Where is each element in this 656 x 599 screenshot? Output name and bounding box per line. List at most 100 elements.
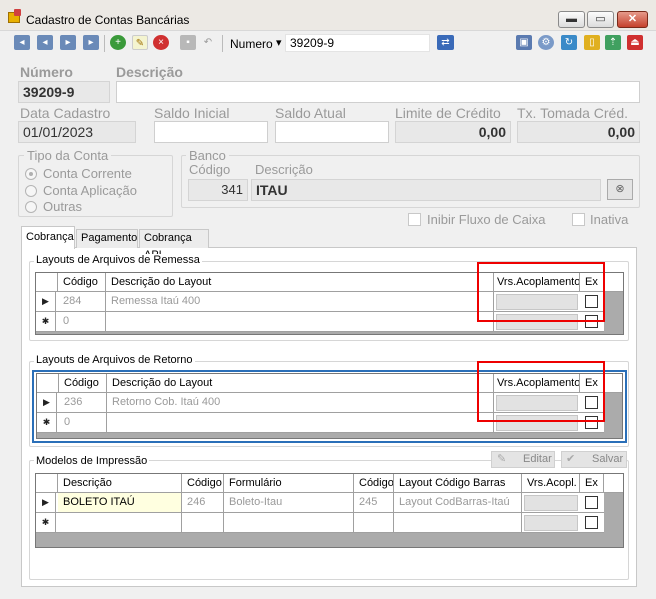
header-codigo[interactable]: Código (182, 474, 224, 492)
salvar-label: Salvar (592, 453, 624, 465)
current-row-marker: ▶ (36, 493, 56, 512)
inativa-label: Inativa (590, 212, 629, 227)
tab-cobranca[interactable]: Cobrança (21, 226, 75, 249)
header-descricao[interactable]: Descrição (58, 474, 182, 492)
search-field-label[interactable]: Numero (230, 37, 273, 51)
salvar-button[interactable]: ✔ Salvar (561, 451, 627, 468)
chevron-down-icon[interactable]: ▾ (276, 36, 282, 49)
new-row-marker: ✱ (37, 413, 57, 432)
option-conta-aplicacao: Conta Aplicação (43, 183, 137, 198)
cell-ex-checkbox[interactable] (585, 516, 598, 529)
cell-codigo[interactable]: 284 (58, 292, 106, 311)
edit-icon[interactable]: ✎ (132, 35, 148, 50)
header-descricao[interactable]: Descrição do Layout (106, 273, 494, 291)
banco-codigo-field[interactable]: 341 (188, 179, 248, 201)
limite-credito-field[interactable]: 0,00 (395, 121, 511, 143)
header-codigo[interactable]: Código (59, 374, 107, 392)
windows-icon[interactable]: ▣ (516, 35, 532, 50)
cell-descricao[interactable]: Remessa Itaú 400 (106, 292, 494, 311)
table-row-new[interactable]: ✱ (36, 513, 604, 533)
cell-codigo-2[interactable] (354, 513, 394, 532)
binoculars-icon[interactable]: ⊗ (607, 179, 633, 200)
cell-codigo[interactable]: 0 (58, 312, 106, 331)
cell-descricao[interactable] (107, 413, 494, 432)
grid-header: Descrição Código Formulário Código Layou… (36, 474, 623, 493)
header-layout-codigo-barras[interactable]: Layout Código Barras (394, 474, 522, 492)
data-cadastro-field[interactable]: 01/01/2023 (18, 121, 136, 143)
export-icon[interactable]: ⇡ (605, 35, 621, 50)
search-input[interactable]: 39209-9 (285, 34, 430, 52)
header-ex[interactable]: Ex (580, 474, 604, 492)
minimize-button[interactable]: ▬ (558, 11, 585, 28)
header-formulario[interactable]: Formulário (224, 474, 354, 492)
cell-layout-codigo-barras[interactable]: Layout CodBarras-Itaú (394, 493, 522, 512)
cell-codigo[interactable]: 0 (59, 413, 107, 432)
radio-conta-aplicacao[interactable] (25, 185, 37, 197)
exit-icon[interactable]: ⏏ (627, 35, 643, 50)
tab-cobranca-api[interactable]: Cobrança API (139, 229, 209, 261)
app-icon (8, 9, 21, 23)
inativa-checkbox[interactable] (572, 213, 585, 226)
cell-codigo-2[interactable]: 245 (354, 493, 394, 512)
descricao-label: Descrição (116, 64, 183, 80)
retorno-title: Layouts de Arquivos de Retorno (34, 354, 195, 366)
note-icon[interactable]: ▯ (584, 35, 600, 50)
last-record-icon[interactable]: ▸ (83, 35, 99, 50)
cell-formulario[interactable] (224, 513, 354, 532)
cell-ex-checkbox[interactable] (585, 496, 598, 509)
add-icon[interactable]: + (110, 35, 126, 50)
delete-icon[interactable]: × (153, 35, 169, 50)
cell-codigo[interactable]: 236 (59, 393, 107, 412)
option-outras: Outras (43, 199, 83, 214)
radio-conta-corrente[interactable] (25, 168, 37, 180)
cell-formulario[interactable]: Boleto-Itau (224, 493, 354, 512)
option-conta-corrente: Conta Corrente (43, 166, 132, 181)
refresh-icon[interactable]: ↻ (561, 35, 577, 50)
new-row-marker: ✱ (36, 312, 56, 331)
editar-label: Editar (523, 453, 552, 465)
header-codigo-2[interactable]: Código (354, 474, 394, 492)
save-icon[interactable]: ▪ (180, 35, 196, 50)
saldo-inicial-label: Saldo Inicial (154, 105, 230, 121)
cell-descricao[interactable]: BOLETO ITAÚ (58, 493, 182, 512)
table-row[interactable]: ▶ BOLETO ITAÚ 246 Boleto-Itau 245 Layout… (36, 493, 604, 513)
descricao-field[interactable] (116, 81, 640, 103)
cell-descricao[interactable] (106, 312, 494, 331)
settings-icon[interactable]: ⚙ (538, 35, 554, 50)
limite-credito-label: Limite de Crédito (395, 105, 501, 121)
close-button[interactable]: ✕ (617, 11, 648, 28)
saldo-inicial-field[interactable] (154, 121, 268, 143)
saldo-atual-label: Saldo Atual (275, 105, 346, 121)
cell-descricao[interactable] (58, 513, 182, 532)
window-title: Cadastro de Contas Bancárias (26, 13, 190, 27)
tipo-conta-label: Tipo da Conta (24, 148, 112, 163)
cell-codigo[interactable]: 246 (182, 493, 224, 512)
cell-vrs-acopl[interactable] (524, 515, 578, 531)
header-descricao[interactable]: Descrição do Layout (107, 374, 494, 392)
first-record-icon[interactable]: ◂ (14, 35, 30, 50)
go-icon[interactable]: ⇄ (437, 35, 454, 50)
cell-codigo[interactable] (182, 513, 224, 532)
header-codigo[interactable]: Código (58, 273, 106, 291)
toolbar-separator (104, 35, 105, 52)
numero-field[interactable]: 39209-9 (18, 81, 110, 103)
saldo-atual-field[interactable] (275, 121, 389, 143)
maximize-button[interactable]: ▭ (587, 11, 614, 28)
cell-vrs-acopl[interactable] (524, 495, 578, 511)
undo-icon[interactable]: ↶ (200, 35, 216, 50)
inibir-fluxo-checkbox[interactable] (408, 213, 421, 226)
cell-descricao[interactable]: Retorno Cob. Itaú 400 (107, 393, 494, 412)
cell-layout-codigo-barras[interactable] (394, 513, 522, 532)
toolbar-separator (222, 35, 223, 52)
tx-tomada-field[interactable]: 0,00 (517, 121, 640, 143)
highlight-box (477, 262, 605, 322)
banco-descricao-field[interactable]: ITAU (251, 179, 601, 201)
check-icon: ✔ (566, 453, 576, 465)
previous-record-icon[interactable]: ◂ (37, 35, 53, 50)
editar-button[interactable]: ✎ Editar (491, 451, 555, 468)
next-record-icon[interactable]: ▸ (60, 35, 76, 50)
radio-outras[interactable] (25, 201, 37, 213)
header-vrs-acopl[interactable]: Vrs.Acopl. (522, 474, 580, 492)
highlight-box (477, 361, 605, 422)
tab-pagamento[interactable]: Pagamento (76, 229, 138, 248)
